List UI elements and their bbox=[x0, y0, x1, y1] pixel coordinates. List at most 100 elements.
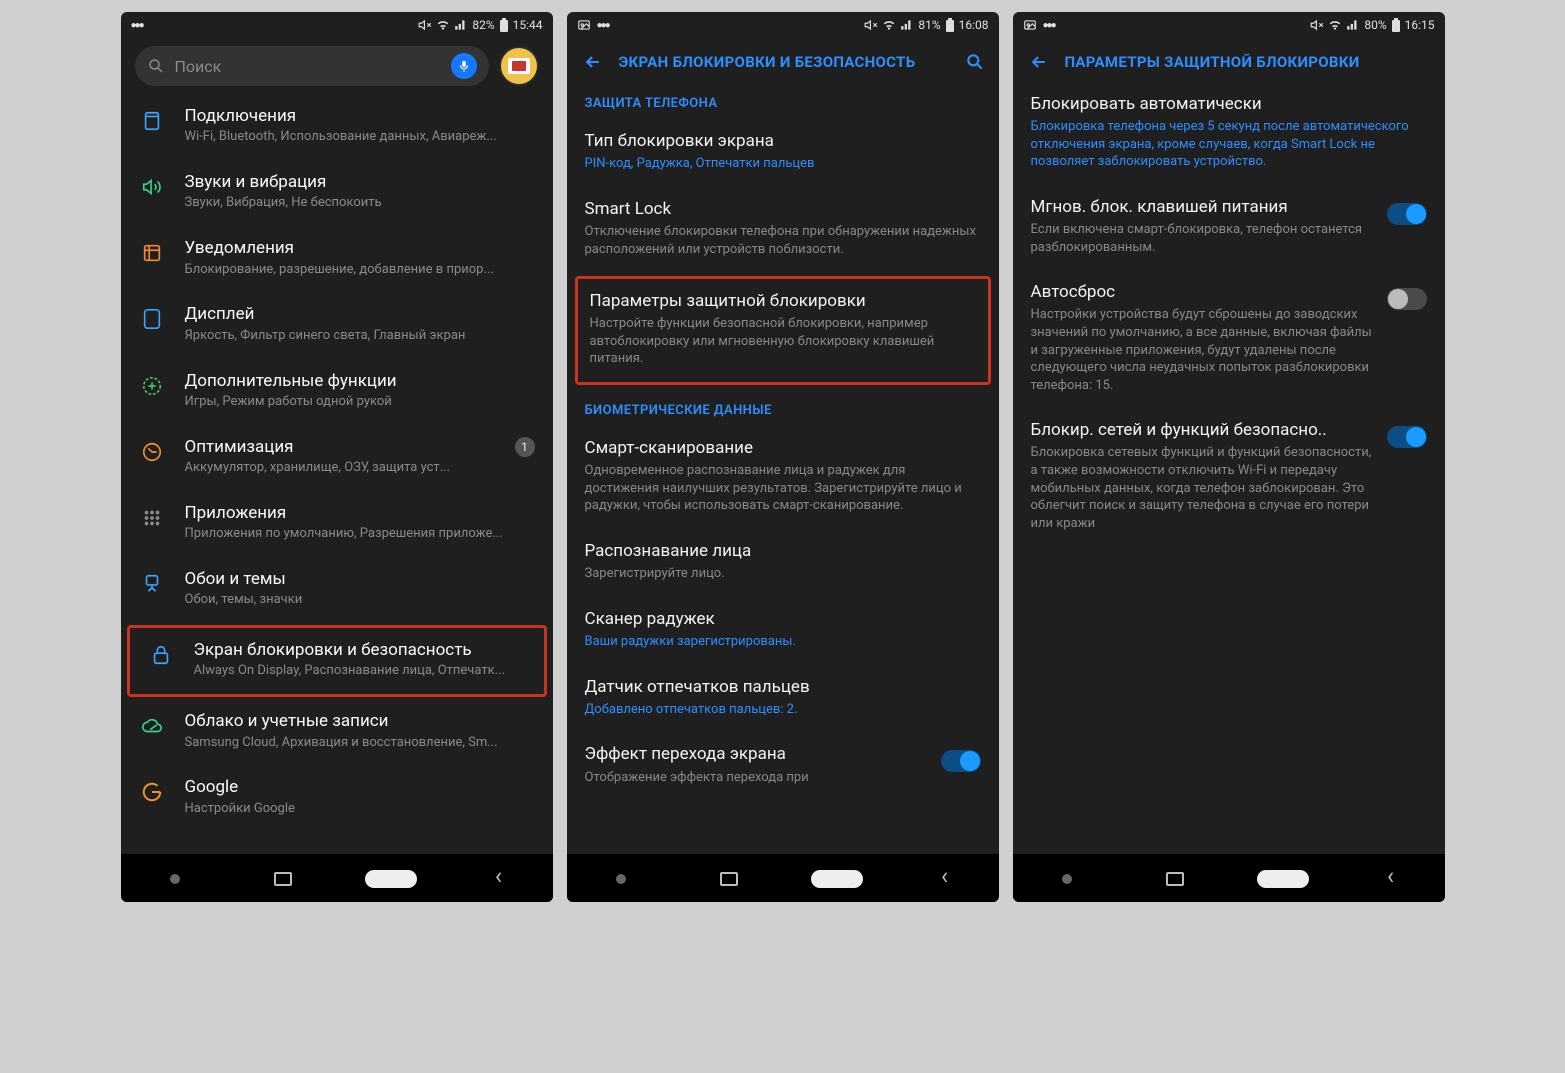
wifi-icon bbox=[882, 18, 896, 32]
nav-recent-button[interactable] bbox=[699, 868, 759, 890]
settings-item-lock[interactable]: Экран блокировки и безопасностьAlways On… bbox=[130, 628, 544, 694]
setting-row[interactable]: Датчик отпечатков пальцев Добавлено отпеч… bbox=[567, 665, 999, 733]
search-placeholder: Поиск bbox=[175, 57, 441, 76]
item-title: Дополнительные функции bbox=[185, 371, 537, 392]
setting-row[interactable]: Распознавание лицаЗарегистрируйте лицо. bbox=[567, 529, 999, 597]
item-title: Приложения bbox=[185, 503, 537, 524]
wifi-icon bbox=[1328, 18, 1342, 32]
item-title: Оптимизация bbox=[185, 437, 495, 458]
row-title: Мгнов. блок. клавишей питания bbox=[1031, 197, 1375, 218]
mute-icon bbox=[864, 18, 878, 32]
nav-recent-button[interactable] bbox=[253, 868, 313, 890]
row-description: Если включена смарт-блокировка, телефон … bbox=[1031, 221, 1375, 256]
signal-icon bbox=[1346, 18, 1360, 32]
row-title: Эффект перехода экрана bbox=[585, 744, 929, 765]
settings-item-optimize[interactable]: ОптимизацияАккумулятор, хранилище, ОЗУ, … bbox=[121, 425, 553, 491]
nav-recent-button[interactable] bbox=[1145, 868, 1205, 890]
settings-item-sound[interactable]: Звуки и вибрацияЗвуки, Вибрация, Не бесп… bbox=[121, 160, 553, 226]
settings-item-apps[interactable]: ПриложенияПриложения по умолчанию, Разре… bbox=[121, 491, 553, 557]
search-input[interactable]: Поиск bbox=[135, 46, 489, 86]
nav-back-button[interactable] bbox=[469, 868, 529, 890]
item-subtitle: Яркость, Фильтр синего света, Главный эк… bbox=[185, 328, 537, 345]
status-time: 16:08 bbox=[959, 18, 989, 32]
row-title: Датчик отпечатков пальцев bbox=[585, 677, 981, 698]
row-description: Отображение эффекта перехода при bbox=[585, 769, 929, 787]
settings-item-cloud[interactable]: Облако и учетные записиSamsung Cloud, Ар… bbox=[121, 699, 553, 765]
lock-icon bbox=[146, 640, 176, 666]
highlighted-row: Экран блокировки и безопасностьAlways On… bbox=[127, 625, 547, 697]
google-icon bbox=[137, 777, 167, 803]
setting-row[interactable]: Smart LockОтключение блокировки телефона… bbox=[567, 187, 999, 272]
item-title: Экран блокировки и безопасность bbox=[194, 640, 528, 661]
row-title: Автосброс bbox=[1031, 282, 1375, 303]
settings-item-plus[interactable]: Дополнительные функции Игры, Режим работы… bbox=[121, 359, 553, 425]
optimize-icon bbox=[137, 437, 167, 463]
back-button[interactable] bbox=[1025, 52, 1053, 72]
header-title: ЭКРАН БЛОКИРОВКИ И БЕЗОПАСНОСТЬ bbox=[619, 53, 953, 71]
status-bar: 81% 16:08 bbox=[567, 12, 999, 38]
item-subtitle: Настройки Google bbox=[185, 801, 537, 818]
setting-row[interactable]: Тип блокировки экранаPIN-код, Радужка, О… bbox=[567, 119, 999, 187]
setting-row[interactable]: Блокир. сетей и функций безопасно..Блоки… bbox=[1013, 408, 1445, 546]
security-list[interactable]: ЗАЩИТА ТЕЛЕФОНАТип блокировки экранаPIN-… bbox=[567, 82, 999, 854]
status-time: 16:15 bbox=[1405, 18, 1435, 32]
row-description: Настройте функции безопасной блокировки,… bbox=[590, 315, 976, 368]
account-avatar[interactable] bbox=[499, 46, 539, 86]
toggle-switch[interactable] bbox=[1387, 288, 1427, 310]
row-description: PIN-код, Радужка, Отпечатки пальцев bbox=[585, 155, 981, 173]
voice-search-button[interactable] bbox=[451, 53, 477, 79]
battery-icon bbox=[945, 18, 955, 33]
setting-row[interactable]: Мгнов. блок. клавишей питания Если включе… bbox=[1013, 185, 1445, 270]
item-subtitle: Samsung Cloud, Архивация и восстановлени… bbox=[185, 735, 537, 752]
setting-row[interactable]: Сканер радужек Ваши радужки зарегистриров… bbox=[567, 597, 999, 665]
nav-home-button[interactable] bbox=[807, 868, 867, 890]
nav-back-button[interactable] bbox=[1361, 868, 1421, 890]
back-button[interactable] bbox=[579, 52, 607, 72]
phone-settings-main: 82% 15:44 Поиск ПодключенияWi-Fi, Blueto… bbox=[121, 12, 553, 902]
toggle-switch[interactable] bbox=[1387, 426, 1427, 448]
row-description: Добавлено отпечатков пальцев: 2. bbox=[585, 701, 981, 719]
settings-list[interactable]: ПодключенияWi-Fi, Bluetooth, Использован… bbox=[121, 94, 553, 854]
nav-home-button[interactable] bbox=[361, 868, 421, 890]
battery-percent: 81% bbox=[918, 18, 940, 32]
status-bar: 80% 16:15 bbox=[1013, 12, 1445, 38]
item-title: Подключения bbox=[185, 106, 537, 127]
settings-item-google[interactable]: Google Настройки Google bbox=[121, 765, 553, 831]
row-description: Ваши радужки зарегистрированы. bbox=[585, 633, 981, 651]
screenshot-icon bbox=[1023, 18, 1037, 32]
header-title: ПАРАМЕТРЫ ЗАЩИТНОЙ БЛОКИРОВКИ bbox=[1065, 53, 1431, 71]
search-button[interactable] bbox=[965, 52, 985, 72]
toggle-switch[interactable] bbox=[941, 750, 981, 772]
settings-item-connections[interactable]: ПодключенияWi-Fi, Bluetooth, Использован… bbox=[121, 94, 553, 160]
settings-item-notify[interactable]: УведомленияБлокирование, разрешение, доб… bbox=[121, 226, 553, 292]
item-title: Google bbox=[185, 777, 537, 798]
nav-home-button[interactable] bbox=[1253, 868, 1313, 890]
signal-icon bbox=[900, 18, 914, 32]
settings-item-wallpaper[interactable]: Обои и темы Обои, темы, значки bbox=[121, 557, 553, 623]
apps-icon bbox=[137, 503, 167, 529]
item-subtitle: Обои, темы, значки bbox=[185, 592, 537, 609]
setting-row[interactable]: Параметры защитной блокировкиНастройте ф… bbox=[575, 276, 991, 385]
toggle-switch[interactable] bbox=[1387, 203, 1427, 225]
row-title: Блокировать автоматически bbox=[1031, 94, 1427, 115]
row-description: Настройки устройства будут сброшены до з… bbox=[1031, 306, 1375, 394]
settings-item-display[interactable]: Дисплей Яркость, Фильтр синего света, Гла… bbox=[121, 292, 553, 358]
sound-icon bbox=[137, 172, 167, 198]
setting-row[interactable]: Блокировать автоматическиБлокировка теле… bbox=[1013, 82, 1445, 185]
row-description: Отключение блокировки телефона при обнар… bbox=[585, 223, 981, 258]
row-title: Сканер радужек bbox=[585, 609, 981, 630]
setting-row[interactable]: Автосброс Настройки устройства будут сбро… bbox=[1013, 270, 1445, 408]
secure-lock-list[interactable]: Блокировать автоматическиБлокировка теле… bbox=[1013, 82, 1445, 854]
setting-row[interactable]: Смарт-сканированиеОдновременное распозна… bbox=[567, 426, 999, 529]
item-subtitle: Игры, Режим работы одной рукой bbox=[185, 394, 537, 411]
more-notifications-icon bbox=[1043, 20, 1055, 31]
item-title: Обои и темы bbox=[185, 569, 537, 590]
android-navbar bbox=[121, 854, 553, 902]
item-title: Дисплей bbox=[185, 304, 537, 325]
search-icon bbox=[147, 57, 165, 75]
item-subtitle: Блокирование, разрешение, добавление в п… bbox=[185, 262, 537, 279]
plus-icon bbox=[137, 371, 167, 397]
setting-row[interactable]: Эффект перехода экрана Отображение эффект… bbox=[567, 732, 999, 800]
wifi-icon bbox=[436, 18, 450, 32]
nav-back-button[interactable] bbox=[915, 868, 975, 890]
